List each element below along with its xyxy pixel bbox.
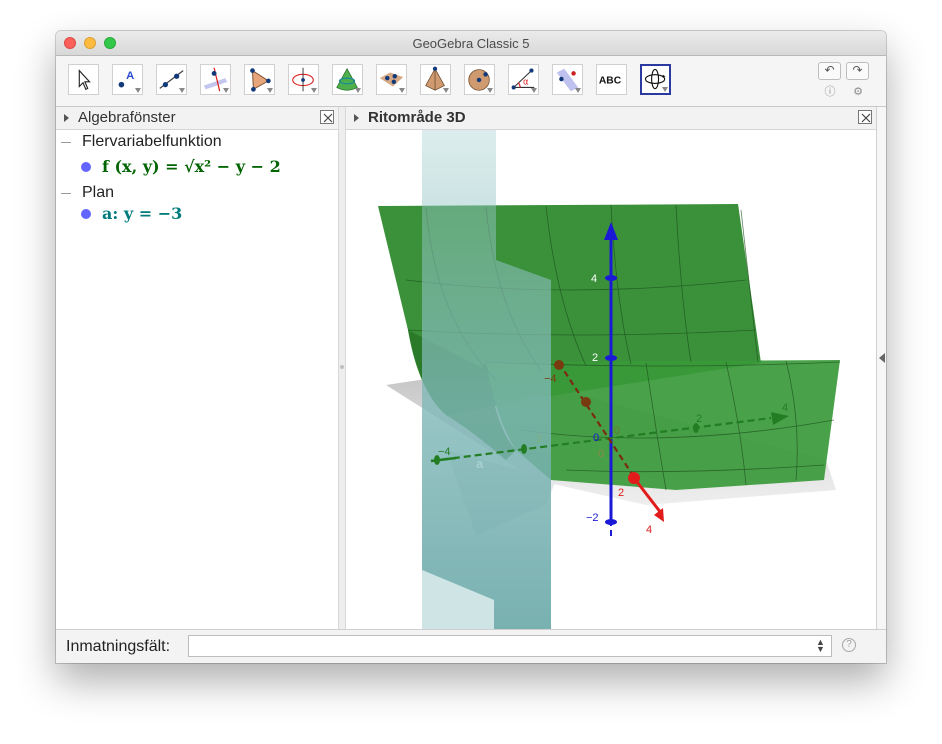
axis-label: 2 (696, 413, 702, 425)
history-stepper-icon[interactable]: ▲ ▼ (816, 638, 825, 654)
polygon-tool-button[interactable] (244, 64, 275, 95)
algebra-view-header: Algebrafönster (56, 107, 338, 130)
redo-icon: ↷ (852, 63, 863, 77)
sphere-tool-button[interactable] (464, 64, 495, 95)
redo-button[interactable]: ↷ (846, 62, 869, 80)
help-icon: ⓘ (824, 86, 836, 98)
visibility-toggle[interactable] (81, 162, 91, 172)
view3d-title: Ritområde 3D (368, 109, 466, 126)
svg-text:A: A (126, 70, 134, 82)
algebra-view-title: Algebrafönster (78, 109, 176, 126)
side-panel-toggle[interactable] (876, 107, 886, 629)
collapse-group-icon[interactable] (61, 142, 71, 143)
algebra-view: Flervariabelfunktion f (x, y) = √x² − y … (56, 130, 338, 629)
scene-3d: 4 2 0 −2 2 −4 2 4 −4 2 4 0 0 a (378, 130, 841, 629)
perpendicular-line-tool-button[interactable] (200, 64, 231, 95)
plane-tool-button[interactable] (376, 64, 407, 95)
undo-icon: ↶ (824, 63, 835, 77)
axis-label: 2 (618, 487, 624, 499)
settings-button[interactable]: ⚙ (852, 86, 864, 98)
input-help-button[interactable]: ? (842, 638, 856, 652)
point-tool-button[interactable]: A (112, 64, 143, 95)
close-algebra-view-button[interactable] (320, 110, 334, 124)
move-tool-icon (78, 69, 91, 91)
input-bar-label: Inmatningsfält: (66, 638, 171, 655)
axis-label: −4 (544, 373, 557, 385)
expand-arrow-icon[interactable] (64, 114, 69, 122)
close-view3d-button[interactable] (858, 110, 872, 124)
axis-label: 0 (593, 432, 599, 444)
input-field[interactable] (188, 635, 832, 657)
x-tick (581, 397, 591, 407)
collapse-group-icon[interactable] (61, 193, 71, 194)
toolbar: A α ABC ↶ ↷ ⓘ ⚙ (56, 56, 886, 107)
axis-label: 0 (614, 425, 620, 437)
close-icon (861, 113, 871, 123)
circle-axis-tool-button[interactable] (288, 64, 319, 95)
group-label: Plan (82, 184, 115, 201)
angle-tool-button[interactable]: α (508, 64, 539, 95)
x-tick (628, 472, 640, 484)
title-bar: GeoGebra Classic 5 (56, 31, 886, 56)
function-entry[interactable]: f (x, y) = √x² − y − 2 (102, 157, 281, 176)
gear-icon: ⚙ (853, 86, 863, 98)
close-icon (323, 113, 333, 123)
axis-label: 0 (598, 448, 604, 460)
line-tool-button[interactable] (156, 64, 187, 95)
plane-a (422, 130, 551, 629)
axis-label: −2 (586, 512, 599, 524)
axis-label: 2 (536, 433, 542, 445)
axis-label: 4 (782, 402, 788, 414)
rotate-view-tool-button[interactable] (640, 64, 671, 95)
svg-text:α: α (523, 77, 529, 87)
expand-arrow-icon[interactable] (354, 114, 359, 122)
x-tick (554, 360, 564, 370)
view3d-header: Ritområde 3D (346, 107, 876, 130)
pyramid-tool-button[interactable] (420, 64, 451, 95)
y-tick (521, 444, 527, 454)
plane-label: a (476, 456, 484, 471)
text-tool-icon: ABC (599, 76, 622, 87)
geogebra-window: GeoGebra Classic 5 A α ABC ↶ ↷ ⓘ ⚙ Algeb… (56, 31, 886, 663)
help-button[interactable]: ⓘ (824, 86, 836, 98)
svg-text:ABC: ABC (599, 76, 622, 87)
undo-button[interactable]: ↶ (818, 62, 841, 80)
intersect-surfaces-tool-button[interactable] (332, 64, 363, 95)
window-title: GeoGebra Classic 5 (412, 36, 530, 51)
axis-label: 2 (592, 352, 598, 364)
z-tick (605, 355, 617, 361)
text-tool-button[interactable]: ABC (596, 64, 627, 95)
z-tick (605, 519, 617, 525)
input-bar: Inmatningsfält: ▲ ▼ ? (56, 629, 886, 663)
axis-label: 4 (591, 273, 597, 285)
panel-splitter[interactable] (338, 107, 346, 629)
chevron-left-icon (879, 353, 885, 363)
group-label: Flervariabelfunktion (82, 133, 222, 150)
z-tick (605, 275, 617, 281)
plane-entry[interactable]: a: y = −3 (102, 204, 182, 223)
axis-label: −4 (438, 446, 451, 458)
move-tool-button[interactable] (68, 64, 99, 95)
reflect-tool-button[interactable] (552, 64, 583, 95)
axis-label: 4 (646, 524, 652, 536)
graphics-view-3d[interactable]: 4 2 0 −2 2 −4 2 4 −4 2 4 0 0 a (346, 130, 876, 629)
visibility-toggle[interactable] (81, 209, 91, 219)
